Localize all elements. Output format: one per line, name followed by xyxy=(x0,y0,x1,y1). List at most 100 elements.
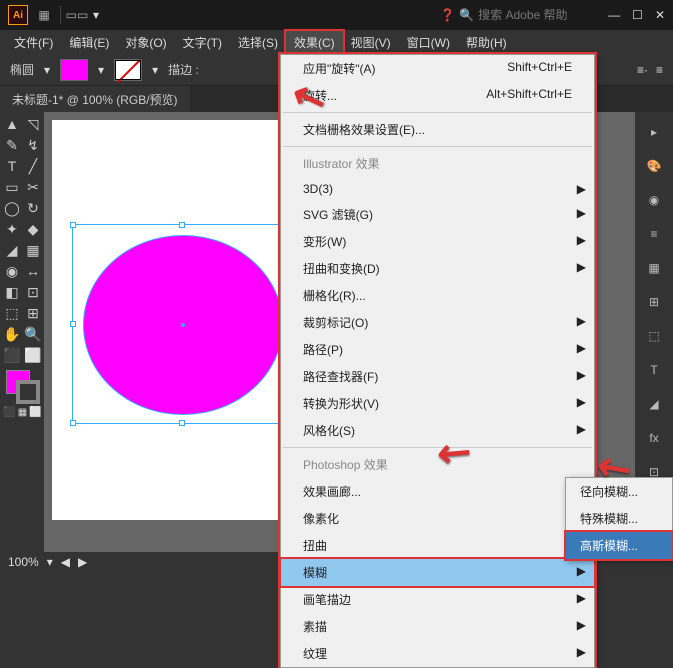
tool-23[interactable]: ⬜ xyxy=(23,345,43,365)
tool-1[interactable]: ◹ xyxy=(23,114,43,134)
selection-bounds[interactable] xyxy=(72,224,292,424)
menu-item[interactable]: 文档栅格效果设置(E)... xyxy=(281,116,594,143)
menu-视图[interactable]: 视图(V) xyxy=(343,31,399,54)
menu-item[interactable]: 画笔描边▶ xyxy=(281,586,594,613)
stroke-dropdown[interactable]: ▾ xyxy=(152,63,158,77)
tool-3[interactable]: ↯ xyxy=(23,135,43,155)
tool-15[interactable]: ↔ xyxy=(23,261,43,281)
panel-icon-2[interactable]: ◉ xyxy=(644,190,664,210)
fill-dropdown[interactable]: ▾ xyxy=(98,63,104,77)
panel-icon-7[interactable]: T xyxy=(644,360,664,380)
color-mode[interactable]: ⬛ xyxy=(3,407,15,418)
tool-7[interactable]: ✂ xyxy=(23,177,43,197)
tool-21[interactable]: 🔍 xyxy=(23,324,43,344)
submenu-item[interactable]: 特殊模糊... xyxy=(566,505,672,532)
menu-文件[interactable]: 文件(F) xyxy=(6,31,61,54)
panel-icon-5[interactable]: ⊞ xyxy=(644,292,664,312)
panel-icon-8[interactable]: ◢ xyxy=(644,394,664,414)
panel-icon-4[interactable]: ▦ xyxy=(644,258,664,278)
help-icon[interactable]: ❓ xyxy=(440,8,455,22)
menu-效果[interactable]: 效果(C) xyxy=(286,31,343,54)
tool-17[interactable]: ⊡ xyxy=(23,282,43,302)
arrange-dropdown[interactable]: ▾ xyxy=(93,8,99,22)
menu-item[interactable]: 扭曲和变换(D)▶ xyxy=(281,255,594,282)
search-icon: 🔍 xyxy=(459,8,474,22)
menu-对象[interactable]: 对象(O) xyxy=(117,31,174,54)
menu-item[interactable]: 变形(W)▶ xyxy=(281,228,594,255)
artboard xyxy=(52,120,312,520)
shape-label: 椭圆 xyxy=(10,61,34,78)
handle[interactable] xyxy=(179,420,185,426)
menu-文字[interactable]: 文字(T) xyxy=(175,31,230,54)
menu-item[interactable]: 转换为形状(V)▶ xyxy=(281,390,594,417)
nav-next[interactable]: ▶ xyxy=(78,555,87,569)
search-input[interactable] xyxy=(478,8,588,22)
menu-item[interactable]: 效果画廊... xyxy=(281,478,594,505)
document-tab[interactable]: 未标题-1* @ 100% (RGB/预览) xyxy=(0,86,190,112)
tool-9[interactable]: ↻ xyxy=(23,198,43,218)
align-icon[interactable]: ≡· xyxy=(637,63,648,77)
menu-item[interactable]: 模糊▶ xyxy=(281,559,594,586)
menu-item[interactable]: 素描▶ xyxy=(281,613,594,640)
zoom-level[interactable]: 100% xyxy=(8,555,39,569)
handle[interactable] xyxy=(179,222,185,228)
tool-5[interactable]: ╱ xyxy=(23,156,43,176)
tool-4[interactable]: T xyxy=(2,156,22,176)
tool-13[interactable]: ▦ xyxy=(23,240,43,260)
menu-item[interactable]: 路径(P)▶ xyxy=(281,336,594,363)
stroke-swatch[interactable] xyxy=(114,59,142,81)
stroke-label: 描边 : xyxy=(168,61,199,78)
tool-11[interactable]: ◆ xyxy=(23,219,43,239)
handle[interactable] xyxy=(70,420,76,426)
tool-2[interactable]: ✎ xyxy=(2,135,22,155)
zoom-dropdown[interactable]: ▾ xyxy=(47,555,53,569)
menu-帮助[interactable]: 帮助(H) xyxy=(458,31,515,54)
color-mode[interactable]: ⬜ xyxy=(29,407,41,418)
shape-dropdown[interactable]: ▾ xyxy=(44,63,50,77)
menu-选择[interactable]: 选择(S) xyxy=(230,31,286,54)
menu-编辑[interactable]: 编辑(E) xyxy=(61,31,117,54)
tool-16[interactable]: ◧ xyxy=(2,282,22,302)
tool-18[interactable]: ⬚ xyxy=(2,303,22,323)
tool-22[interactable]: ⬛ xyxy=(2,345,22,365)
minimize-button[interactable]: — xyxy=(608,8,620,22)
menu-窗口[interactable]: 窗口(W) xyxy=(399,31,458,54)
menu-item[interactable]: 路径查找器(F)▶ xyxy=(281,363,594,390)
panel-icon-9[interactable]: fx xyxy=(644,428,664,448)
maximize-button[interactable]: ☐ xyxy=(632,8,643,22)
tool-6[interactable]: ▭ xyxy=(2,177,22,197)
panel-icon-6[interactable]: ⬚ xyxy=(644,326,664,346)
menu-item[interactable]: SVG 滤镜(G)▶ xyxy=(281,201,594,228)
tool-0[interactable]: ▲ xyxy=(2,114,22,134)
menu-header: Illustrator 效果 xyxy=(281,150,594,177)
menu-item[interactable]: 应用"旋转"(A)Shift+Ctrl+E xyxy=(281,55,594,82)
close-button[interactable]: ✕ xyxy=(655,8,665,22)
tool-19[interactable]: ⊞ xyxy=(23,303,43,323)
handle[interactable] xyxy=(70,222,76,228)
handle[interactable] xyxy=(70,321,76,327)
nav-prev[interactable]: ◀ xyxy=(61,555,70,569)
bridge-icon[interactable]: ▦ xyxy=(36,7,52,23)
tool-20[interactable]: ✋ xyxy=(2,324,22,344)
menu-item[interactable]: 栅格化(R)... xyxy=(281,282,594,309)
panel-icon-0[interactable]: ▸ xyxy=(644,122,664,142)
tool-14[interactable]: ◉ xyxy=(2,261,22,281)
tool-10[interactable]: ✦ xyxy=(2,219,22,239)
submenu-item[interactable]: 高斯模糊... xyxy=(566,532,672,559)
menu-item[interactable]: 扭曲▶ xyxy=(281,532,594,559)
menu-item[interactable]: 像素化▶ xyxy=(281,505,594,532)
menu-item[interactable]: 纹理▶ xyxy=(281,640,594,667)
menu-item[interactable]: 3D(3)▶ xyxy=(281,177,594,201)
menu-item[interactable]: 裁剪标记(O)▶ xyxy=(281,309,594,336)
fill-swatch[interactable] xyxy=(60,59,88,81)
tool-12[interactable]: ◢ xyxy=(2,240,22,260)
panel-icon-3[interactable]: ≡ xyxy=(644,224,664,244)
color-mode[interactable]: ▦ xyxy=(18,407,27,418)
menu-item[interactable]: 风格化(S)▶ xyxy=(281,417,594,444)
arrange-icon[interactable]: ▭▭ xyxy=(69,7,85,23)
ellipse-shape[interactable] xyxy=(83,235,283,415)
tool-8[interactable]: ◯ xyxy=(2,198,22,218)
more-icon[interactable]: ≡ xyxy=(656,63,663,77)
fill-stroke-control[interactable] xyxy=(2,366,43,406)
panel-icon-1[interactable]: 🎨 xyxy=(644,156,664,176)
